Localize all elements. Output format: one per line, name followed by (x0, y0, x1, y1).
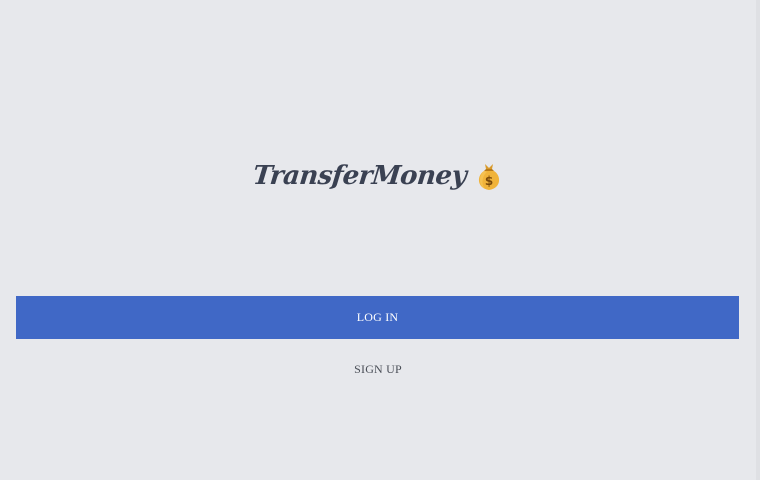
signup-link[interactable]: SIGN UP (0, 361, 756, 377)
svg-text:$: $ (484, 174, 492, 188)
app-logo-text: TransferMoney (251, 161, 469, 191)
money-bag-icon: $ (475, 160, 503, 192)
window-edge (756, 0, 760, 480)
app-logo: TransferMoney $ (0, 160, 756, 192)
login-button[interactable]: LOG IN (16, 296, 739, 339)
